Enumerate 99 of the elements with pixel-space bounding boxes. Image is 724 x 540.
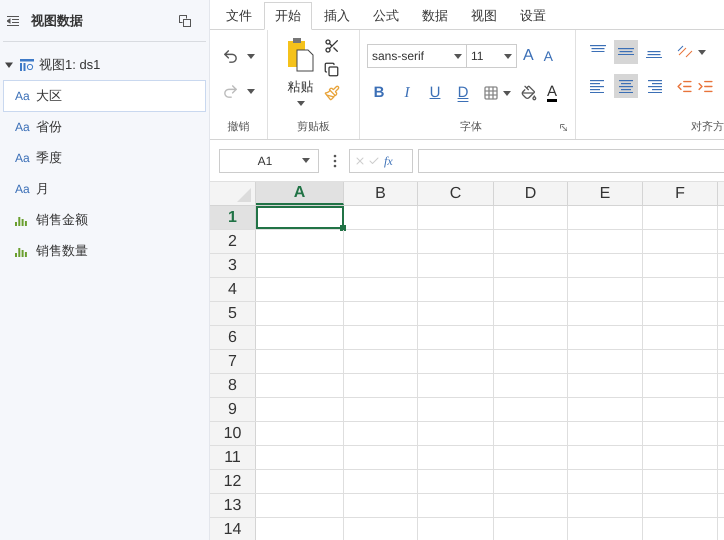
align-left-icon bbox=[589, 80, 607, 94]
caret-icon bbox=[296, 100, 304, 106]
text-type-icon: Aa bbox=[15, 87, 31, 105]
row-header[interactable]: 12 bbox=[210, 470, 256, 493]
field-item[interactable]: 销售金额 bbox=[3, 204, 206, 236]
text-type-icon: Aa bbox=[15, 118, 31, 136]
row-header[interactable]: 7 bbox=[210, 350, 256, 373]
name-box[interactable]: A1 bbox=[219, 148, 319, 172]
caret-icon bbox=[247, 89, 255, 94]
text-type-icon: Aa bbox=[15, 180, 31, 198]
group-label: 对齐方 bbox=[691, 120, 724, 134]
field-label: 省份 bbox=[36, 118, 62, 136]
grow-font-button[interactable]: A bbox=[523, 44, 534, 68]
undo-icon[interactable] bbox=[222, 48, 239, 65]
field-label: 销售数量 bbox=[36, 242, 88, 260]
column-header[interactable]: F bbox=[643, 182, 718, 205]
field-label: 大区 bbox=[36, 87, 62, 106]
copy-icon[interactable] bbox=[324, 62, 338, 77]
group-label: 剪贴板 bbox=[297, 120, 330, 134]
row-header[interactable]: 8 bbox=[210, 374, 256, 397]
row-header[interactable]: 9 bbox=[210, 398, 256, 421]
row-header[interactable]: 3 bbox=[210, 254, 256, 277]
font-style-button[interactable]: D bbox=[451, 82, 475, 104]
collapse-icon[interactable] bbox=[7, 16, 19, 26]
field-item[interactable]: Aa 省份 bbox=[3, 111, 206, 143]
fill-handle[interactable] bbox=[340, 225, 346, 231]
font-name-select[interactable]: sans-serif bbox=[367, 44, 467, 68]
caret-icon bbox=[698, 50, 706, 54]
column-header[interactable]: D bbox=[494, 182, 568, 205]
shrink-font-button[interactable]: A bbox=[544, 46, 554, 66]
align-center-icon bbox=[617, 80, 635, 94]
field-item[interactable]: 销售数量 bbox=[3, 235, 206, 267]
caret-icon bbox=[503, 90, 511, 96]
align-bottom-icon bbox=[645, 51, 663, 58]
ribbon-tab[interactable]: 公式 bbox=[362, 2, 410, 30]
row-header[interactable]: 13 bbox=[210, 494, 256, 517]
bar-chart-icon bbox=[15, 214, 27, 226]
more-icon[interactable] bbox=[333, 154, 337, 168]
formula-input[interactable] bbox=[418, 148, 724, 172]
font-style-button[interactable]: U bbox=[423, 82, 447, 104]
expand-arrow-icon[interactable] bbox=[5, 61, 13, 69]
sidebar-title: 视图数据 bbox=[31, 12, 83, 30]
row-header[interactable]: 5 bbox=[210, 302, 256, 325]
field-item[interactable]: Aa 大区 bbox=[3, 80, 206, 112]
ribbon-tab[interactable]: 视图 bbox=[460, 2, 508, 30]
ribbon-tab[interactable]: 设置 bbox=[509, 2, 557, 30]
dropdown-caret-icon bbox=[504, 54, 512, 58]
paste-icon[interactable] bbox=[288, 38, 314, 72]
ribbon-tab[interactable]: 文件 bbox=[215, 2, 263, 30]
field-item[interactable]: Aa 月 bbox=[3, 173, 206, 205]
ribbon-tab[interactable]: 数据 bbox=[411, 2, 459, 30]
border-icon[interactable] bbox=[483, 85, 499, 102]
corner-triangle-icon bbox=[237, 188, 251, 202]
table-view-icon bbox=[20, 59, 34, 71]
font-style-button[interactable]: I bbox=[395, 82, 419, 104]
redo-icon[interactable] bbox=[222, 83, 239, 100]
view-label[interactable]: 视图1: ds1 bbox=[39, 55, 100, 75]
brush-icon[interactable] bbox=[324, 85, 340, 101]
function-button[interactable]: fx bbox=[384, 152, 393, 170]
dropdown-caret-icon bbox=[302, 158, 310, 163]
row-header[interactable]: 4 bbox=[210, 278, 256, 301]
row-header[interactable]: 11 bbox=[210, 446, 256, 469]
column-header[interactable]: C bbox=[418, 182, 494, 205]
column-header[interactable]: E bbox=[568, 182, 643, 205]
caret-icon bbox=[247, 54, 255, 59]
confirm-icon[interactable] bbox=[368, 154, 380, 166]
group-label: 字体 bbox=[460, 120, 482, 134]
row-header[interactable]: 14 bbox=[210, 518, 256, 540]
active-cell[interactable] bbox=[256, 206, 344, 229]
popout-icon[interactable] bbox=[179, 14, 191, 26]
align-middle-icon bbox=[617, 48, 635, 56]
text-type-icon: Aa bbox=[15, 149, 31, 167]
horizontal-align-button[interactable] bbox=[614, 74, 638, 98]
scissors-icon[interactable] bbox=[324, 38, 340, 54]
bar-chart-icon bbox=[15, 246, 27, 256]
row-header[interactable]: 6 bbox=[210, 326, 256, 349]
paste-label[interactable]: 粘贴 bbox=[288, 77, 314, 96]
font-style-button[interactable]: B bbox=[367, 82, 391, 104]
fill-color-icon[interactable] bbox=[521, 85, 537, 102]
row-header[interactable]: 2 bbox=[210, 230, 256, 253]
font-size-select[interactable]: 11 bbox=[467, 44, 517, 68]
field-label: 销售金额 bbox=[36, 211, 88, 230]
column-header[interactable]: B bbox=[344, 182, 418, 205]
align-top-icon bbox=[589, 45, 607, 52]
dropdown-caret-icon bbox=[454, 54, 462, 58]
row-header[interactable]: 10 bbox=[210, 422, 256, 445]
group-label: 撤销 bbox=[228, 120, 250, 134]
align-right-icon bbox=[645, 80, 663, 94]
ribbon-tab[interactable]: 插入 bbox=[313, 2, 361, 30]
field-label: 季度 bbox=[36, 149, 62, 168]
row-header[interactable]: 1 bbox=[210, 206, 256, 229]
cancel-icon[interactable] bbox=[354, 154, 366, 166]
font-color-button[interactable]: A bbox=[547, 84, 558, 102]
ribbon-tab[interactable]: 开始 bbox=[264, 2, 312, 30]
vertical-align-button[interactable] bbox=[614, 40, 638, 64]
column-header[interactable]: A bbox=[256, 182, 344, 205]
field-item[interactable]: Aa 季度 bbox=[3, 142, 206, 174]
field-label: 月 bbox=[36, 180, 49, 198]
dialog-launcher-icon[interactable] bbox=[560, 124, 567, 131]
